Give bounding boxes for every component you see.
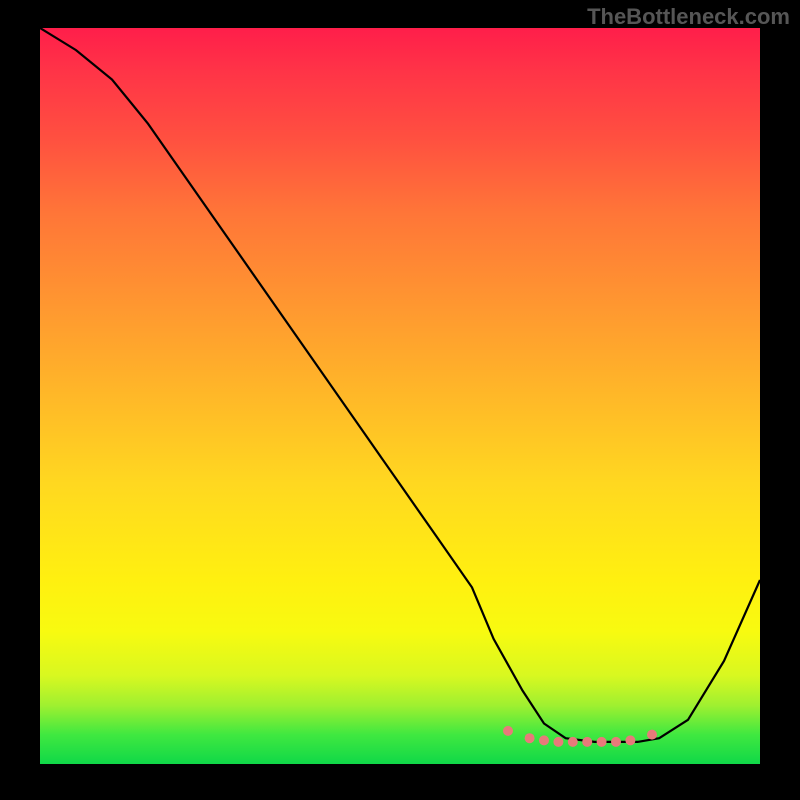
bottom-dot [503, 726, 513, 736]
bottom-dot [597, 737, 607, 747]
bottom-dot [525, 733, 535, 743]
bottom-dot [539, 735, 549, 745]
bottom-dot [611, 737, 621, 747]
bottom-dot [568, 737, 578, 747]
curve-path [40, 28, 760, 742]
watermark-text: TheBottleneck.com [587, 4, 790, 30]
chart-plot-area [40, 28, 760, 764]
chart-svg [40, 28, 760, 764]
bottom-dot [625, 735, 635, 745]
bottom-dot [553, 737, 563, 747]
bottom-dots-group [503, 726, 657, 747]
bottom-dot [647, 730, 657, 740]
bottom-dot [582, 737, 592, 747]
